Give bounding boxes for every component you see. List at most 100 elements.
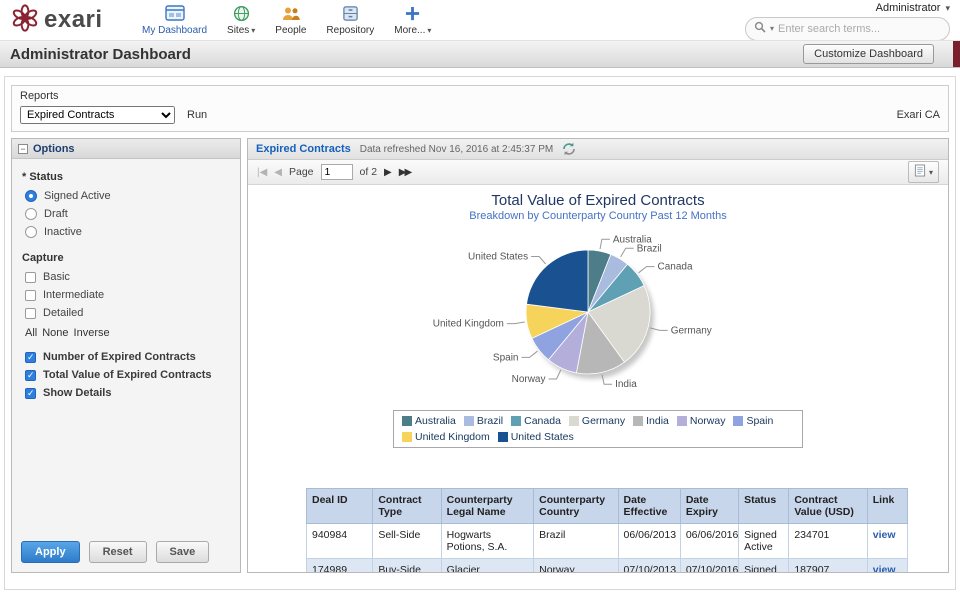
workspace-label: Exari CA: [897, 109, 940, 121]
capture-section-label: Capture: [22, 252, 230, 264]
legend-item-india: India: [633, 415, 669, 427]
prev-page-button[interactable]: ◀: [274, 167, 282, 178]
column-header-date-effective: Date Effective: [618, 489, 680, 524]
chevron-down-icon[interactable]: ▾: [770, 24, 774, 33]
checkbox-icon[interactable]: [25, 352, 36, 363]
link-none[interactable]: None: [42, 327, 68, 339]
first-page-button[interactable]: |◀: [257, 167, 267, 178]
column-header-deal-id: Deal ID: [307, 489, 373, 524]
more-icon: [405, 4, 420, 23]
legend-swatch: [511, 416, 521, 426]
collapse-icon[interactable]: −: [18, 144, 28, 154]
pie-slice-united-states: [527, 250, 589, 312]
legend-swatch: [677, 416, 687, 426]
pie-label-spain: Spain: [493, 352, 519, 363]
legend-item-brazil: Brazil: [464, 415, 503, 427]
brand-text: exari: [44, 6, 103, 34]
reset-button[interactable]: Reset: [89, 541, 147, 563]
nav-item-people[interactable]: People: [275, 4, 306, 36]
pie-label-canada: Canada: [658, 262, 693, 273]
top-bar: exari My Dashboard Sites▾ People Repository…: [0, 0, 960, 40]
status-section-label: * Status: [22, 171, 230, 183]
checkbox-icon[interactable]: [25, 308, 36, 319]
table-row: 940984Sell-SideHogwarts Potions, S.A.Bra…: [307, 524, 908, 559]
legend-swatch: [402, 432, 412, 442]
legend-item-united-kingdom: United Kingdom: [402, 431, 490, 443]
chevron-down-icon: ▾: [251, 26, 255, 35]
pie-label-germany: Germany: [671, 325, 712, 336]
checkbox-icon[interactable]: [25, 388, 36, 399]
radio-inactive[interactable]: Inactive: [25, 226, 230, 238]
customize-dashboard-button[interactable]: Customize Dashboard: [803, 44, 934, 64]
apply-button[interactable]: Apply: [21, 541, 80, 563]
column-header-contract-type: Contract Type: [373, 489, 441, 524]
reports-label: Reports: [20, 90, 940, 102]
reports-bar: Reports Expired Contracts Run Exari CA: [11, 85, 949, 132]
options-panel-header: − Options: [12, 139, 240, 159]
view-link[interactable]: view: [873, 564, 896, 572]
sites-icon: [233, 4, 250, 23]
view-link[interactable]: view: [873, 529, 896, 541]
legend-swatch: [402, 416, 412, 426]
save-button[interactable]: Save: [156, 541, 210, 563]
legend-item-united-states: United States: [498, 431, 574, 443]
checkbox-total-value-of-expired-contracts[interactable]: Total Value of Expired Contracts: [25, 369, 230, 381]
nav-item-more[interactable]: More...▾: [394, 4, 431, 36]
checkbox-detailed[interactable]: Detailed: [25, 307, 230, 319]
column-header-counterparty-legal-name: Counterparty Legal Name: [441, 489, 533, 524]
user-menu[interactable]: Administrator ▾: [876, 2, 950, 14]
column-header-counterparty-country: Counterparty Country: [534, 489, 618, 524]
link-all[interactable]: All: [25, 327, 37, 339]
legend-swatch: [498, 432, 508, 442]
checkbox-icon[interactable]: [25, 370, 36, 381]
options-panel-title: Options: [33, 143, 75, 155]
legend-item-australia: Australia: [402, 415, 456, 427]
legend-swatch: [633, 416, 643, 426]
report-select[interactable]: Expired Contracts: [20, 106, 175, 124]
chevron-down-icon: ▾: [427, 26, 431, 35]
export-button[interactable]: ▾: [908, 161, 939, 183]
link-inverse[interactable]: Inverse: [74, 327, 110, 339]
run-button[interactable]: Run: [187, 109, 207, 121]
display-options-group: Number of Expired Contracts Total Value o…: [22, 351, 230, 399]
page-input[interactable]: [321, 164, 353, 180]
pie-label-norway: Norway: [512, 374, 546, 385]
pie-label-united-states: United States: [468, 252, 528, 263]
repository-icon: [342, 4, 359, 23]
top-right-area: Administrator ▾ ▾: [745, 0, 950, 41]
pagination-toolbar: |◀ ◀ Page of 2 ▶ ▶▶ ▾: [248, 160, 948, 185]
radio-draft[interactable]: Draft: [25, 208, 230, 220]
search-box[interactable]: ▾: [745, 17, 950, 41]
legend-swatch: [569, 416, 579, 426]
capture-links-row: All None Inverse: [25, 327, 230, 339]
checkbox-basic[interactable]: Basic: [25, 271, 230, 283]
checkbox-show-details[interactable]: Show Details: [25, 387, 230, 399]
nav-item-repository[interactable]: Repository: [326, 4, 374, 36]
checkbox-number-of-expired-contracts[interactable]: Number of Expired Contracts: [25, 351, 230, 363]
radio-icon[interactable]: [25, 208, 37, 220]
search-icon: [754, 20, 766, 38]
page-count-label: of 2: [360, 166, 378, 178]
radio-signed-active[interactable]: Signed Active: [25, 190, 230, 202]
checkbox-icon[interactable]: [25, 272, 36, 283]
nav-item-my-dashboard[interactable]: My Dashboard: [142, 4, 207, 36]
next-page-button[interactable]: ▶: [384, 167, 392, 178]
refresh-icon[interactable]: [562, 142, 576, 156]
legend-item-germany: Germany: [569, 415, 625, 427]
legend-item-norway: Norway: [677, 415, 726, 427]
exari-logo[interactable]: exari: [10, 3, 128, 38]
chart-area: Total Value of Expired Contracts Breakdo…: [248, 185, 948, 572]
people-icon: [281, 4, 301, 23]
theme-accent-strip: [953, 41, 960, 67]
radio-icon[interactable]: [25, 226, 37, 238]
search-input[interactable]: [778, 23, 928, 35]
radio-icon[interactable]: [25, 190, 37, 202]
legend-swatch: [733, 416, 743, 426]
checkbox-icon[interactable]: [25, 290, 36, 301]
column-header-status: Status: [739, 489, 789, 524]
checkbox-intermediate[interactable]: Intermediate: [25, 289, 230, 301]
export-file-icon: [914, 164, 926, 180]
capture-options-group: Basic Intermediate Detailed: [22, 271, 230, 319]
last-page-button[interactable]: ▶▶: [399, 167, 410, 178]
nav-item-sites[interactable]: Sites▾: [227, 4, 255, 36]
